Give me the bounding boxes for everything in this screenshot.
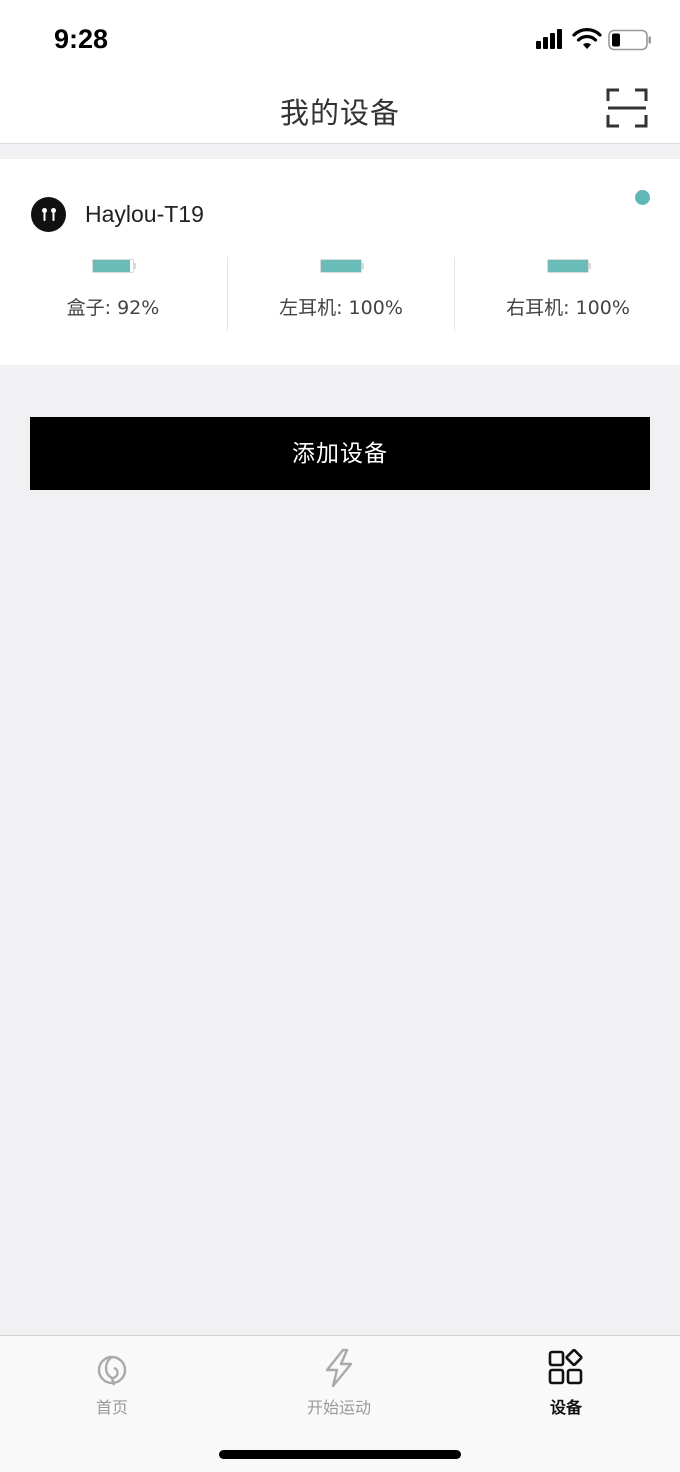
cellular-signal-icon	[536, 29, 562, 49]
status-time: 9:28	[54, 24, 109, 54]
battery-icon	[320, 259, 364, 273]
scan-icon[interactable]	[606, 88, 648, 128]
battery-right-label: 右耳机: 100%	[506, 297, 630, 319]
battery-status-icon	[608, 29, 651, 51]
nav-bar: 我的设备	[0, 78, 680, 144]
device-card[interactable]: Haylou-T19 盒子: 92% 左耳机: 100% 右耳机: 100%	[0, 159, 680, 365]
tab-devices[interactable]: 设备	[486, 1336, 646, 1426]
wifi-icon	[572, 28, 602, 49]
tab-home[interactable]: 首页	[32, 1336, 192, 1426]
battery-right-earbud: 右耳机: 100%	[454, 257, 680, 331]
tab-label: 开始运动	[306, 1398, 371, 1417]
tab-label: 首页	[95, 1398, 128, 1417]
status-bar: 9:28	[0, 0, 680, 78]
battery-case: 盒子: 92%	[0, 257, 226, 331]
tab-label: 设备	[549, 1398, 582, 1417]
battery-icon	[92, 259, 136, 273]
screen: 9:28 我的设备 Haylou-T19 盒子: 92% 左耳机: 100% 右…	[0, 0, 680, 1472]
battery-icon	[547, 259, 591, 273]
home-indicator	[219, 1450, 461, 1459]
battery-left-label: 左耳机: 100%	[279, 297, 403, 319]
battery-case-label: 盒子: 92%	[66, 297, 160, 319]
devices-grid-icon	[548, 1348, 583, 1385]
device-name: Haylou-T19	[85, 201, 204, 227]
connection-status-dot	[635, 190, 650, 205]
battery-left-earbud: 左耳机: 100%	[227, 257, 453, 331]
tab-workout[interactable]: 开始运动	[259, 1336, 419, 1426]
home-swirl-icon	[97, 1355, 127, 1386]
device-avatar	[31, 197, 66, 232]
earbuds-icon	[41, 207, 56, 221]
page-title: 我的设备	[279, 96, 400, 130]
lightning-icon	[325, 1348, 353, 1388]
add-device-button[interactable]: 添加设备	[30, 417, 650, 490]
